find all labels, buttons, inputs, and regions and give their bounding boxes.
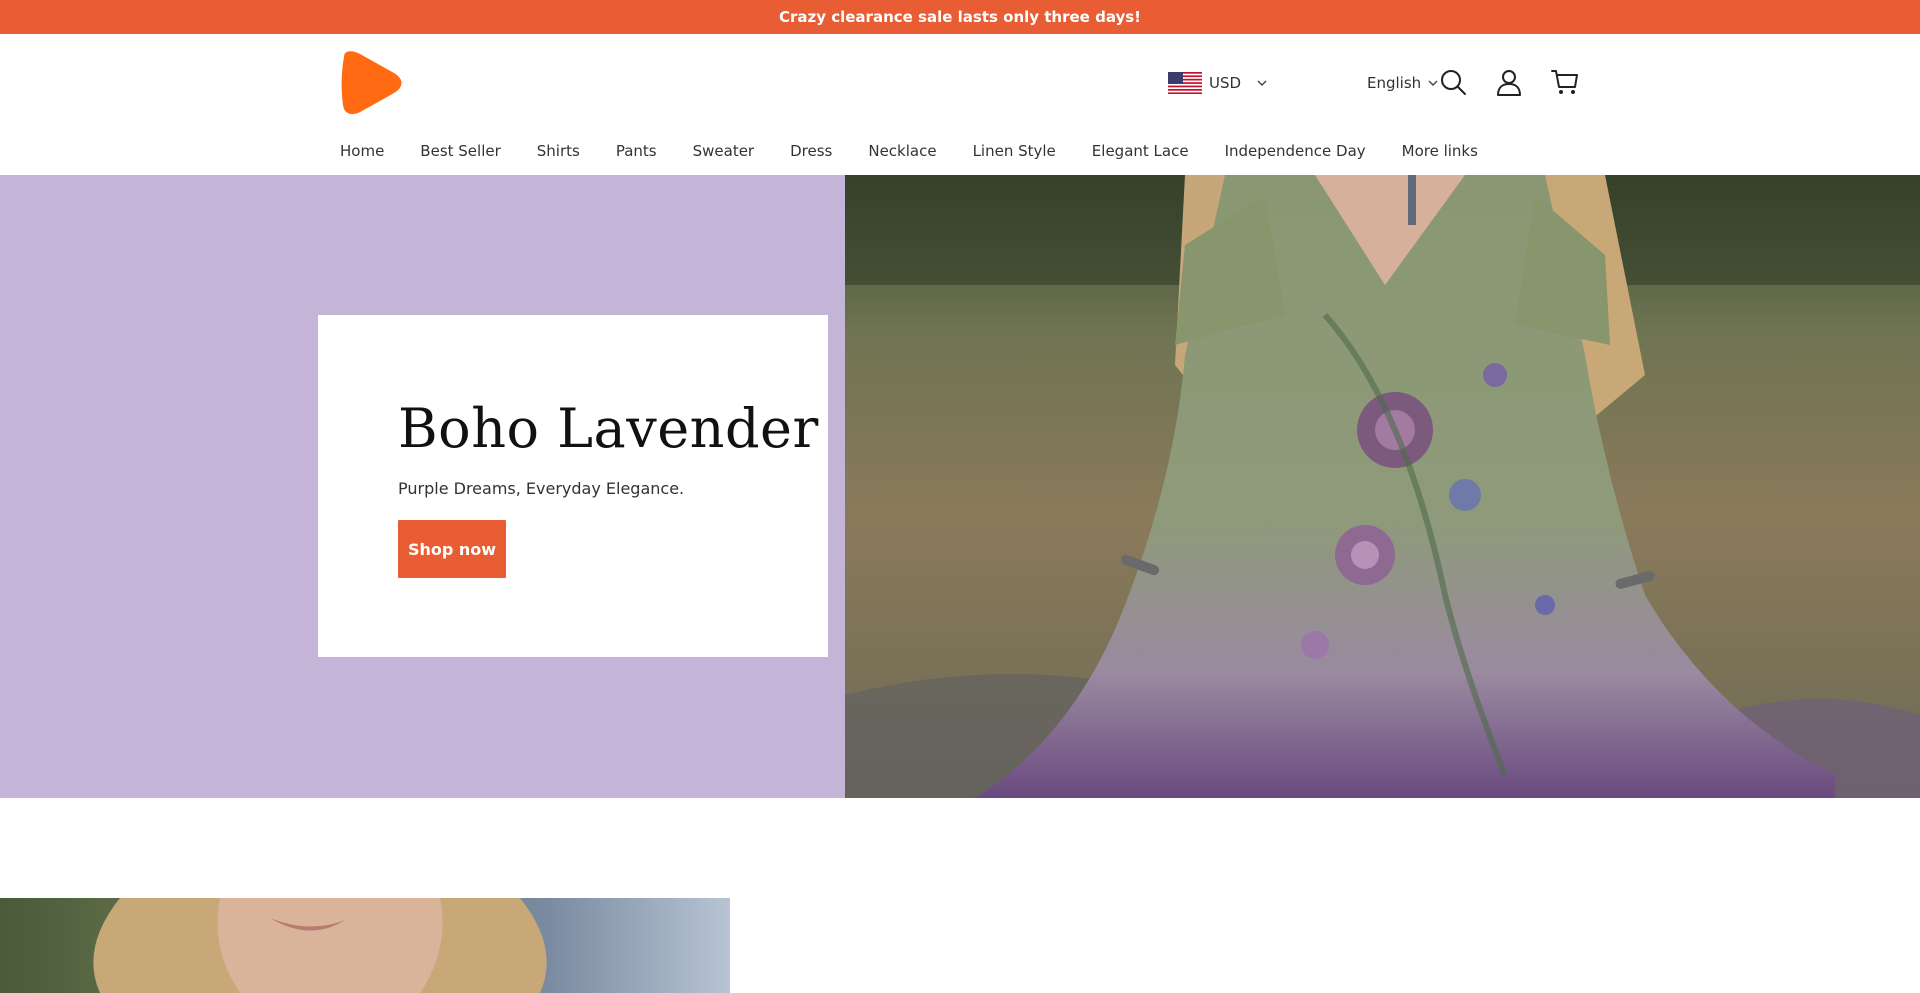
logo-icon [341,51,402,115]
nav-item-sweater[interactable]: Sweater [693,142,755,160]
search-icon [1441,70,1466,95]
chevron-down-icon [1257,80,1267,86]
account-button[interactable] [1495,68,1523,96]
nav-item-home[interactable]: Home [340,142,384,160]
user-icon [1497,70,1521,96]
announcement-bar: Crazy clearance sale lasts only three da… [0,0,1920,34]
us-flag-icon [1168,72,1202,94]
nav-item-elegant-lace[interactable]: Elegant Lace [1092,142,1189,160]
hero-dress-photo [845,175,1920,798]
cart-button[interactable] [1551,68,1579,96]
search-button[interactable] [1439,68,1467,96]
language-label: English [1367,74,1422,92]
chevron-down-icon [1428,80,1438,86]
hero-image[interactable] [845,175,1920,798]
nav-item-more-links[interactable]: More links [1402,142,1478,160]
nav-item-necklace[interactable]: Necklace [868,142,936,160]
nav-item-independence-day[interactable]: Independence Day [1225,142,1366,160]
currency-selector[interactable]: USD [1168,70,1268,96]
nav-item-pants[interactable]: Pants [616,142,657,160]
shop-now-button[interactable]: Shop now [398,520,506,578]
nav-item-dress[interactable]: Dress [790,142,832,160]
hero-subtitle: Purple Dreams, Everyday Elegance. [398,479,685,498]
nav-item-best-seller[interactable]: Best Seller [420,142,500,160]
currency-code: USD [1209,74,1242,92]
hero-title: Boho Lavender [398,397,819,460]
language-selector[interactable]: English [1367,72,1439,94]
hero-card: Boho Lavender Purple Dreams, Everyday El… [318,315,828,657]
nav-item-shirts[interactable]: Shirts [537,142,580,160]
model-portrait-photo [0,898,730,993]
cart-icon [1551,70,1578,94]
section-image[interactable] [0,898,730,993]
site-header: USD English Home Best Seller Shirts Pant… [0,34,1920,175]
logo[interactable] [340,51,402,115]
main-nav: Home Best Seller Shirts Pants Sweater Dr… [340,138,1514,164]
nav-item-linen-style[interactable]: Linen Style [973,142,1056,160]
announcement-text: Crazy clearance sale lasts only three da… [778,8,1142,26]
